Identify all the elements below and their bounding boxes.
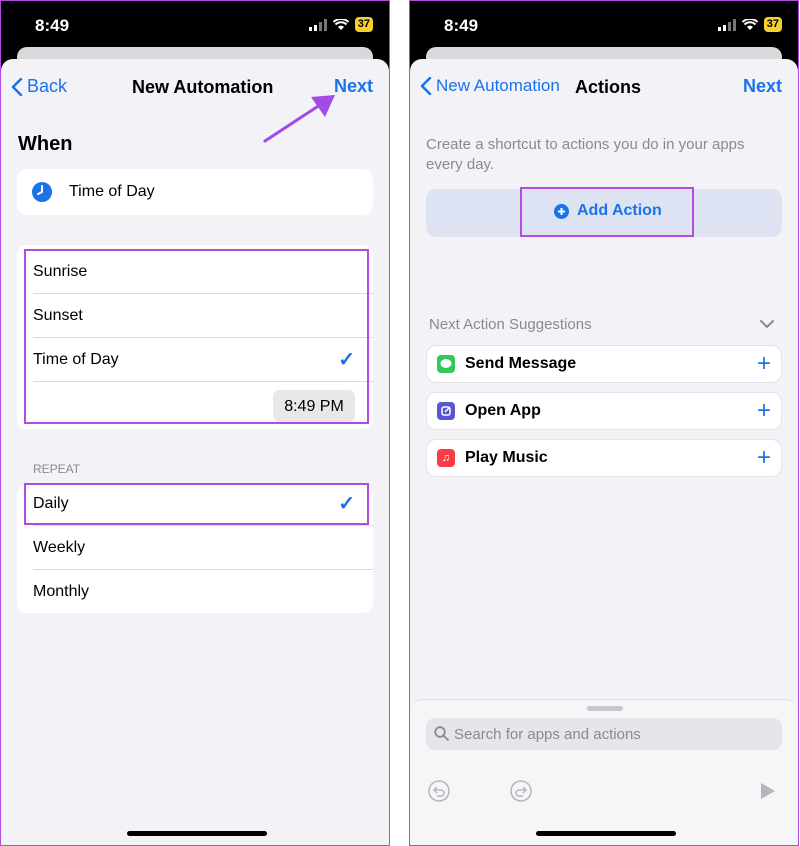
play-icon[interactable] bbox=[760, 782, 776, 800]
home-indicator bbox=[127, 831, 267, 836]
drag-handle[interactable] bbox=[587, 706, 623, 711]
wifi-icon bbox=[741, 18, 758, 30]
signal-icon bbox=[717, 18, 736, 31]
back-label: New Automation bbox=[436, 76, 560, 95]
next-button[interactable]: Next bbox=[743, 76, 782, 97]
undo-icon[interactable] bbox=[428, 780, 450, 802]
automation-sheet: Back New Automation Next When Time of Da… bbox=[1, 59, 389, 845]
redo-icon[interactable] bbox=[510, 780, 532, 802]
home-indicator bbox=[536, 831, 676, 836]
repeat-section-label: REPEAT bbox=[33, 462, 81, 476]
suggestion-label: Send Message bbox=[465, 355, 577, 372]
status-time: 8:49 bbox=[444, 16, 479, 35]
add-action-button[interactable]: Add Action bbox=[520, 187, 694, 237]
open-app-icon bbox=[437, 402, 455, 420]
trigger-card[interactable]: Time of Day bbox=[17, 169, 373, 215]
status-bar: 8:49 37 bbox=[410, 1, 798, 49]
suggestion-open-app[interactable]: Open App + bbox=[426, 392, 782, 430]
plus-circle-icon bbox=[554, 204, 569, 219]
divider bbox=[33, 293, 373, 294]
battery-indicator: 37 bbox=[763, 17, 782, 32]
checkmark-icon: ✓ bbox=[338, 349, 355, 371]
time-options-card: Sunrise Sunset Time of Day ✓ 8:49 PM bbox=[17, 245, 373, 429]
battery-indicator: 37 bbox=[354, 17, 373, 32]
search-icon bbox=[434, 726, 449, 741]
option-monthly[interactable]: Monthly bbox=[33, 583, 373, 601]
status-bar: 8:49 37 bbox=[1, 1, 389, 49]
divider bbox=[33, 525, 373, 526]
checkmark-icon: ✓ bbox=[338, 493, 355, 515]
back-button[interactable]: Back bbox=[11, 76, 67, 97]
actions-description: Create a shortcut to actions you do in y… bbox=[426, 136, 745, 173]
signal-icon bbox=[308, 18, 327, 31]
option-weekly[interactable]: Weekly bbox=[33, 539, 373, 557]
back-label: Back bbox=[27, 76, 68, 96]
right-phone-screen: 8:49 37 New Automation Actions Next Crea… bbox=[409, 0, 799, 846]
trigger-label: Time of Day bbox=[69, 183, 155, 200]
search-placeholder: Search for apps and actions bbox=[454, 726, 641, 743]
option-sunset[interactable]: Sunset bbox=[33, 307, 373, 325]
plus-icon[interactable]: + bbox=[757, 444, 771, 472]
chevron-down-icon[interactable] bbox=[760, 320, 774, 329]
messages-icon bbox=[437, 355, 455, 373]
suggestions-heading: Next Action Suggestions bbox=[429, 316, 592, 333]
search-input[interactable]: Search for apps and actions bbox=[426, 718, 782, 750]
music-icon: ♫ bbox=[437, 449, 455, 467]
option-time-of-day[interactable]: Time of Day bbox=[33, 351, 373, 369]
suggestion-send-message[interactable]: Send Message + bbox=[426, 345, 782, 383]
left-phone-screen: 8:49 37 Back New Automation Next When Ti… bbox=[0, 0, 390, 846]
suggestion-play-music[interactable]: ♫ Play Music + bbox=[426, 439, 782, 477]
clock-icon bbox=[32, 182, 52, 202]
next-button[interactable]: Next bbox=[334, 76, 373, 97]
add-action-label: Add Action bbox=[577, 202, 662, 219]
option-sunrise[interactable]: Sunrise bbox=[33, 263, 373, 281]
back-button[interactable]: New Automation bbox=[420, 76, 560, 96]
chevron-left-icon bbox=[11, 77, 23, 96]
arrow-annotation-icon bbox=[263, 95, 335, 143]
wifi-icon bbox=[332, 18, 349, 30]
divider bbox=[33, 569, 373, 570]
suggestion-label: Play Music bbox=[465, 449, 548, 466]
option-daily[interactable]: Daily bbox=[33, 495, 373, 513]
when-heading: When bbox=[18, 133, 73, 155]
actions-sheet: New Automation Actions Next Create a sho… bbox=[410, 59, 798, 845]
page-title: Actions bbox=[575, 77, 642, 97]
page-title: New Automation bbox=[132, 77, 274, 97]
plus-icon[interactable]: + bbox=[757, 397, 771, 425]
suggestion-label: Open App bbox=[465, 402, 541, 419]
time-picker[interactable]: 8:49 PM bbox=[273, 390, 355, 422]
divider bbox=[33, 337, 373, 338]
chevron-left-icon bbox=[420, 77, 432, 95]
plus-icon[interactable]: + bbox=[757, 350, 771, 378]
repeat-options-card: Daily ✓ Weekly Monthly bbox=[17, 485, 373, 613]
action-search-panel: Search for apps and actions bbox=[410, 699, 798, 845]
divider bbox=[33, 381, 373, 382]
status-time: 8:49 bbox=[35, 16, 70, 35]
nav-bar: New Automation Actions Next bbox=[410, 59, 798, 115]
time-picker-value: 8:49 PM bbox=[284, 398, 344, 415]
